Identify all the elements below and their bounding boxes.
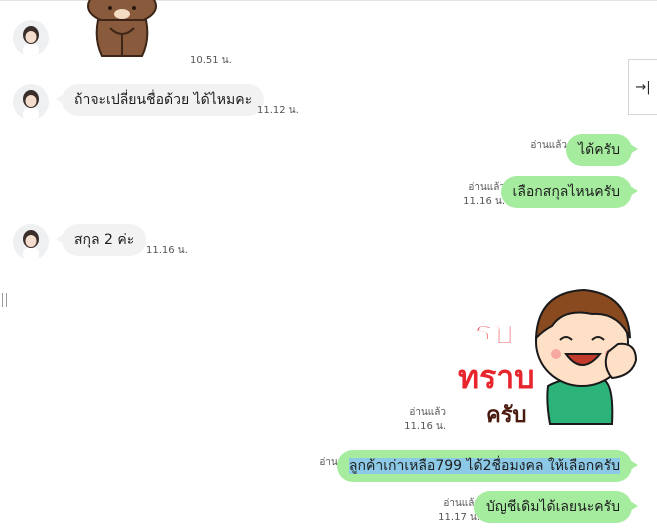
outgoing-message-bubble[interactable]: บัญชีเดิมได้เลยนะครับ <box>474 491 638 523</box>
selected-text[interactable]: ลูกค้าเก่าเหลือ799 ได้2ชื่อมงคล ให้เลือก… <box>348 458 620 474</box>
outgoing-message-bubble[interactable]: เลือกสกุลไหนครับ <box>500 176 639 208</box>
incoming-message-bubble[interactable]: ถ้าจะเปลี่ยนชื่อด้วย ได้ไหมคะ <box>55 84 265 116</box>
brown-bear-sticker[interactable] <box>84 0 160 60</box>
outgoing-message-bubble[interactable]: ลูกค้าเก่าเหลือ799 ได้2ชื่อมงคล ให้เลือก… <box>336 450 639 482</box>
contact-avatar[interactable] <box>13 84 49 120</box>
outgoing-message-bubble[interactable]: ได้ครับ <box>566 134 638 166</box>
boy-salute-sticker[interactable]: รับ ทราบ ครับ <box>452 282 642 428</box>
read-receipt: อ่านแล้ว <box>409 407 446 418</box>
message-time: 11.16 น. <box>404 421 446 432</box>
message-time: 11.12 น. <box>257 105 299 116</box>
message-time: 11.16 น. <box>463 196 505 207</box>
message-time: 11.17 น. <box>438 512 480 523</box>
contact-avatar[interactable] <box>13 224 49 260</box>
read-receipt: อ่านแล้ว <box>468 182 505 193</box>
sticker-text: ครับ <box>486 403 527 428</box>
message-time: 10.51 น. <box>190 55 232 66</box>
contact-avatar[interactable] <box>13 20 49 56</box>
sticker-text: ทราบ <box>458 358 535 396</box>
message-time: 11.16 น. <box>146 245 188 256</box>
side-panel-toggle-button[interactable]: →| <box>628 59 657 115</box>
collapse-right-arrow-icon: →| <box>635 79 651 95</box>
sticker-text: รับ <box>474 313 514 353</box>
read-receipt: อ่านแล้ว <box>530 140 567 151</box>
resize-handle[interactable] <box>2 293 8 307</box>
incoming-message-bubble[interactable]: สกุล 2 ค่ะ <box>55 224 147 256</box>
